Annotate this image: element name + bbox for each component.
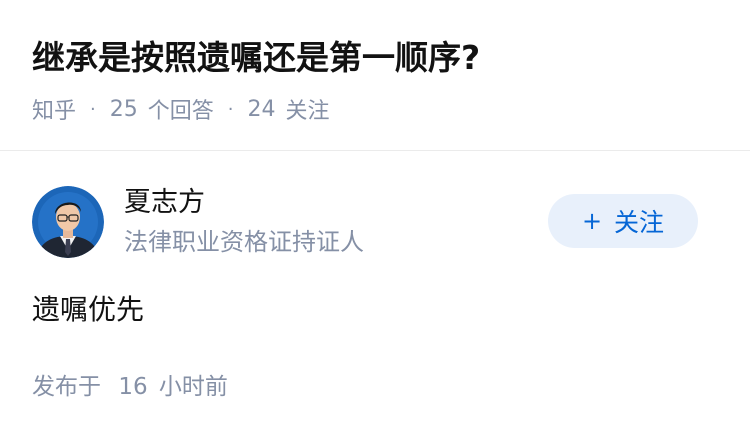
answer-timestamp: 发布于 16 小时前 bbox=[32, 370, 228, 404]
question-title[interactable]: 继承是按照遗嘱还是第一顺序? bbox=[32, 34, 480, 82]
answer-count: 25 bbox=[109, 96, 138, 122]
person-avatar-icon bbox=[32, 186, 104, 258]
time-value: 16 bbox=[118, 374, 148, 400]
answer-count-label[interactable]: 个回答 bbox=[148, 93, 214, 125]
follower-count-label[interactable]: 关注 bbox=[286, 93, 330, 125]
divider bbox=[0, 150, 750, 151]
follow-button[interactable]: + 关注 bbox=[548, 194, 698, 248]
source-label[interactable]: 知乎 bbox=[32, 93, 76, 125]
separator-dot: · bbox=[227, 98, 234, 120]
answer-content[interactable]: 遗嘱优先 bbox=[32, 290, 144, 330]
question-meta: 知乎 · 25 个回答 · 24 关注 bbox=[32, 92, 330, 126]
follow-button-label: 关注 bbox=[614, 208, 665, 237]
question-header: 继承是按照遗嘱还是第一顺序? 知乎 · 25 个回答 · 24 关注 bbox=[0, 0, 750, 150]
author-avatar[interactable] bbox=[32, 186, 104, 258]
separator-dot: · bbox=[90, 98, 96, 120]
plus-icon: + bbox=[581, 207, 603, 235]
follower-count: 24 bbox=[247, 96, 276, 122]
time-prefix: 发布于 bbox=[32, 374, 101, 400]
author-headline: 法律职业资格证持证人 bbox=[124, 228, 364, 256]
author-name[interactable]: 夏志方 bbox=[124, 184, 205, 222]
time-unit: 小时前 bbox=[158, 374, 228, 400]
